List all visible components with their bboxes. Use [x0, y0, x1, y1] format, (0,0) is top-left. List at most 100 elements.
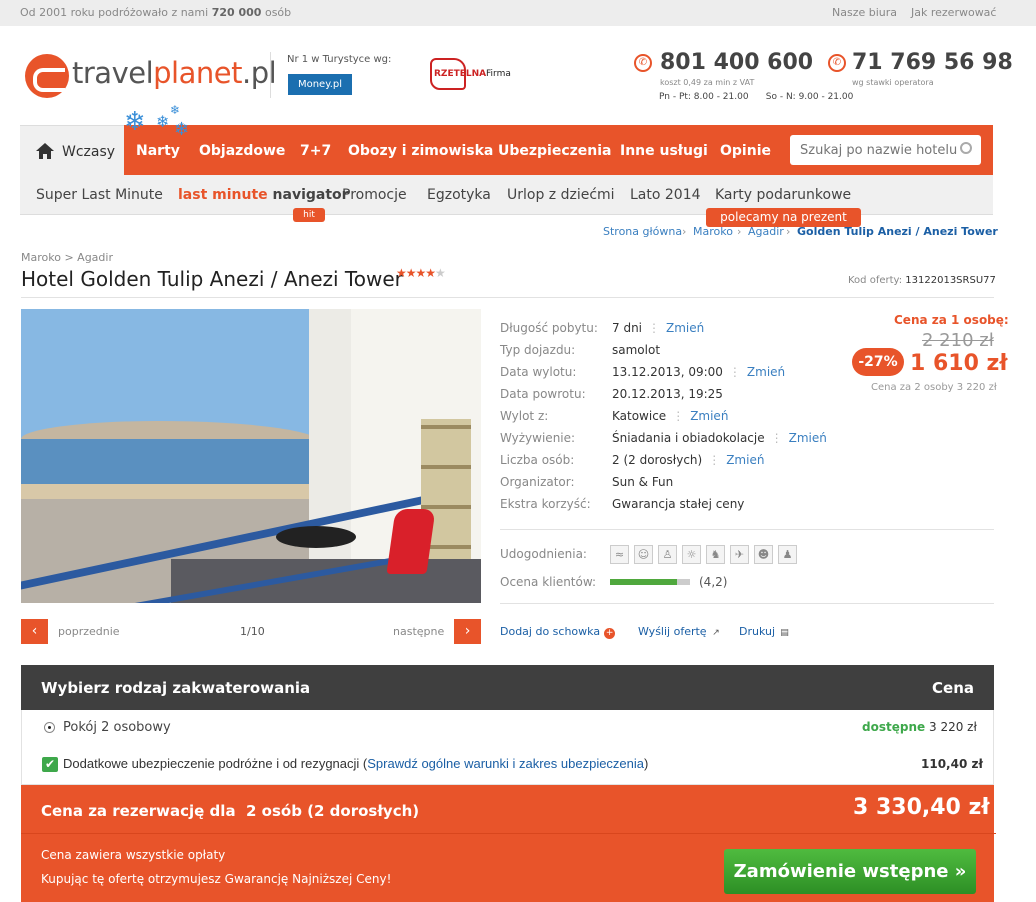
gallery-prev-button[interactable]: ‹: [21, 619, 48, 644]
room-option-row[interactable]: Pokój 2 osobowy dostępne 3 220 zł: [21, 710, 994, 748]
nav-item-opinie[interactable]: Opinie: [720, 143, 771, 159]
location-country-link[interactable]: Maroko: [21, 251, 61, 264]
hours-weekday: Pn - Pt: 8.00 - 21.00: [659, 92, 749, 102]
insurance-row[interactable]: ✔ Dodatkowe ubezpieczenie podróżne i od …: [21, 747, 994, 785]
header-divider: [270, 52, 271, 98]
phone-number-secondary: 71 769 56 98: [852, 50, 1013, 75]
snowflake-medium-icon: ❄: [174, 119, 190, 140]
nav-item-obozy[interactable]: Obozy i zimowiska: [348, 143, 493, 159]
photo-table: [276, 526, 356, 548]
kids-icon: ♞: [706, 545, 725, 564]
how-to-book-link[interactable]: Jak rezerwować: [911, 6, 996, 19]
rating-value: (4,2): [699, 575, 728, 589]
summary-note-fees: Cena zawiera wszystkie opłaty: [41, 848, 226, 862]
theatre-icon: ☻: [754, 545, 773, 564]
price-two-persons: Cena za 2 osoby 3 220 zł: [871, 382, 997, 393]
subnav-last-minute-navigator[interactable]: last minute navigator: [178, 187, 349, 203]
add-to-clipboard-link[interactable]: Dodaj do schowka +: [500, 625, 616, 639]
detail-label: Liczba osób:: [500, 453, 575, 467]
detail-label: Ekstra korzyść:: [500, 497, 591, 511]
breadcrumb-maroko[interactable]: Maroko: [693, 225, 733, 238]
detail-value: Gwarancja stałej ceny: [612, 497, 745, 511]
insurance-price: 110,40 zł: [921, 757, 983, 771]
change-airport-link[interactable]: Zmień: [690, 409, 728, 423]
gallery-next-label[interactable]: następne: [393, 625, 444, 638]
breadcrumb-sep: ›: [737, 225, 742, 238]
logo-part3: .pl: [241, 56, 277, 90]
nav-item-narty[interactable]: Narty: [136, 143, 180, 159]
breadcrumb-sep: ›: [786, 225, 791, 238]
rating-label: Ocena klientów:: [500, 575, 597, 589]
detail-label: Typ dojazdu:: [500, 343, 576, 357]
duration-value: 7 dni: [612, 321, 643, 335]
nav-item-inne-uslugi[interactable]: Inne usługi: [620, 143, 708, 159]
location-sep: >: [64, 251, 74, 264]
change-duration-link[interactable]: Zmień: [666, 321, 704, 335]
stars-filled-icon: ★★★★: [396, 266, 436, 280]
rating-bar-fill: [610, 579, 677, 585]
nav-item-objazdowe[interactable]: Objazdowe: [199, 143, 285, 159]
print-label: Drukuj: [739, 625, 776, 638]
subnav-karty-podarunkowe[interactable]: Karty podarunkowe: [715, 187, 851, 203]
money-pl-badge[interactable]: Money.pl: [288, 74, 352, 95]
separator-icon: ⋮: [672, 409, 685, 423]
nav-item-wczasy[interactable]: Wczasy: [20, 125, 124, 177]
family-icon: ☺: [634, 545, 653, 564]
logo[interactable]: travelplanet.pl: [72, 56, 277, 90]
plane-icon: ✈: [730, 545, 749, 564]
gallery-prev-label[interactable]: poprzednie: [58, 625, 120, 638]
detail-value: 7 dni ⋮ Zmień: [612, 321, 704, 335]
amenities-label: Udogodnienia:: [500, 547, 587, 561]
summary-note-guarantee: Kupując tę ofertę otrzymujesz Gwarancję …: [41, 872, 392, 886]
travellers-count: Od 2001 roku podróżowało z nami 720 000 …: [20, 6, 291, 19]
detail-value: samolot: [612, 343, 661, 357]
send-label: Wyślij ofertę: [638, 625, 707, 638]
lmn-part1: last minute: [178, 187, 268, 203]
room-radio[interactable]: [44, 722, 55, 733]
checkbox-checked-icon[interactable]: ✔: [42, 757, 58, 772]
hotel-search-input[interactable]: [790, 135, 981, 165]
order-button[interactable]: Zamówienie wstępne »: [724, 849, 976, 894]
insurance-terms-link[interactable]: Sprawdź ogólne warunki i zakres ubezpiec…: [367, 756, 644, 771]
fitness-icon: ♙: [658, 545, 677, 564]
subnav-promocje[interactable]: Promocje: [342, 187, 407, 203]
offer-code-value: 13122013SRSU77: [905, 275, 996, 286]
offer-code: Kod oferty: 13122013SRSU77: [848, 275, 996, 286]
change-board-link[interactable]: Zmień: [789, 431, 827, 445]
subnav-lato-2014[interactable]: Lato 2014: [630, 187, 701, 203]
insurance-close-paren: ): [644, 756, 649, 771]
separator-icon: ⋮: [648, 321, 661, 335]
location-city-link[interactable]: Agadir: [77, 251, 113, 264]
change-persons-link[interactable]: Zmień: [726, 453, 764, 467]
send-offer-link[interactable]: Wyślij ofertę ↗: [638, 625, 722, 639]
insurance-label: Dodatkowe ubezpieczenie podróżne i od re…: [63, 756, 368, 771]
subnav-urlop-z-dziecmi[interactable]: Urlop z dziećmi: [507, 187, 615, 203]
nav-item-7-7[interactable]: 7+7: [300, 143, 331, 159]
subnav-super-last-minute[interactable]: Super Last Minute: [36, 187, 163, 203]
rating-divider: [500, 603, 994, 604]
subnav-egzotyka[interactable]: Egzotyka: [427, 187, 491, 203]
departure-value: 13.12.2013, 09:00: [612, 365, 723, 379]
summary-label: Cena za rezerwację dla 2 osób (2 dorosły…: [41, 802, 420, 820]
hotel-photo[interactable]: [21, 309, 481, 603]
separator-icon: ⋮: [728, 365, 741, 379]
persons-value: 2 (2 dorosłych): [612, 453, 703, 467]
print-link[interactable]: Drukuj ▤: [739, 625, 790, 639]
gallery-counter: 1/10: [240, 625, 265, 638]
detail-label: Długość pobytu:: [500, 321, 598, 335]
gallery-next-button[interactable]: ›: [454, 619, 481, 644]
rzetelna-firma-badge[interactable]: RZETELNA Firma: [430, 58, 520, 92]
beach-icon: ☼: [682, 545, 701, 564]
breadcrumb-current: Golden Tulip Anezi / Anezi Tower: [797, 225, 998, 238]
pool-icon: ≈: [610, 545, 629, 564]
logo-icon[interactable]: [25, 54, 69, 98]
breadcrumb-agadir[interactable]: Agadir: [748, 225, 784, 238]
detail-label: Data wylotu:: [500, 365, 577, 379]
breadcrumb-home[interactable]: Strona główna: [603, 225, 682, 238]
offices-link[interactable]: Nasze biura: [832, 6, 897, 19]
detail-label: Wylot z:: [500, 409, 549, 423]
search-icon[interactable]: [960, 142, 972, 154]
change-departure-link[interactable]: Zmień: [747, 365, 785, 379]
nav-item-ubezpieczenia[interactable]: Ubezpieczenia: [498, 143, 612, 159]
rzetelna-text: RZETELNA: [434, 69, 487, 79]
